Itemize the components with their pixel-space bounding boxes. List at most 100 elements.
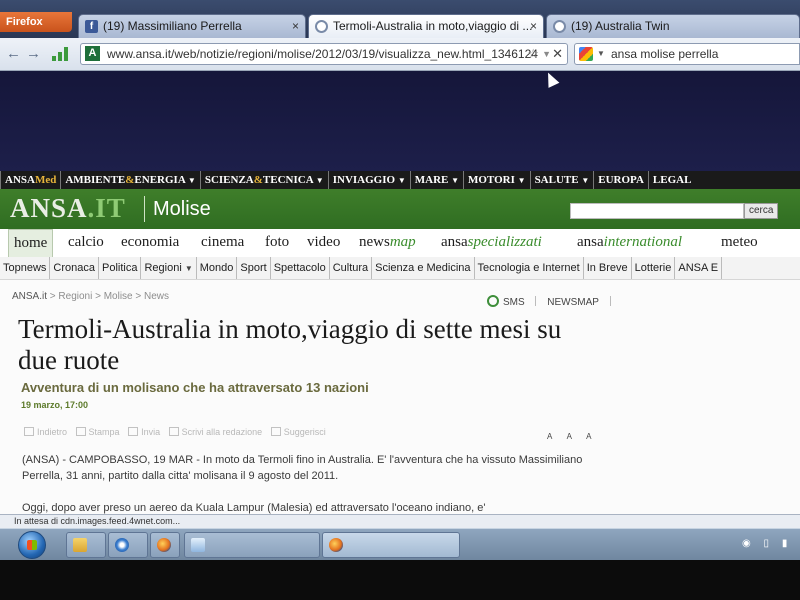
url-dropdown-icon[interactable]: ▼: [542, 44, 551, 64]
subnav-item[interactable]: Spettacolo: [271, 257, 330, 279]
subnav-item[interactable]: Tecnologia e Internet: [475, 257, 584, 279]
subnav-item[interactable]: ANSA E: [675, 257, 723, 279]
main-nav: home calcio economia cinema foto video n…: [0, 229, 800, 258]
subnav-item[interactable]: Lotterie: [632, 257, 676, 279]
subnav-item[interactable]: Cronaca: [50, 257, 99, 279]
category-link[interactable]: AMBIENTE&ENERGIA ▼: [60, 171, 200, 189]
taskbar-media-player[interactable]: [108, 532, 148, 558]
stop-icon[interactable]: ✕: [552, 44, 563, 64]
category-link[interactable]: MOTORI ▼: [463, 171, 530, 189]
tab-ansa-article[interactable]: Termoli-Australia in moto,viaggio di ...…: [308, 14, 544, 38]
category-link[interactable]: EUROPA: [593, 171, 648, 189]
site-identity-icon[interactable]: A: [85, 46, 100, 61]
taskbar-window[interactable]: [184, 532, 320, 558]
font-size-large-button[interactable]: A: [586, 432, 591, 441]
chevron-down-icon: ▼: [397, 176, 406, 185]
tab-label: Termoli-Australia in moto,viaggio di ...: [333, 19, 533, 33]
browser-search-input[interactable]: ▼ ansa molise perrella: [574, 43, 800, 65]
category-link[interactable]: SALUTE ▼: [529, 171, 594, 189]
media-player-icon: [115, 538, 129, 552]
facebook-icon: f: [85, 20, 98, 33]
ansa-category-bar: ANSAMed AMBIENTE&ENERGIA ▼ SCIENZA&TECNICA…: [0, 171, 800, 189]
forward-arrow-icon[interactable]: →: [26, 45, 41, 62]
nav-ansa-specializzati[interactable]: ansaspecializzati: [436, 229, 547, 257]
back-action[interactable]: Indietro: [24, 427, 67, 437]
breadcrumb-home[interactable]: ANSA.it: [12, 291, 47, 302]
print-icon: [75, 427, 86, 436]
article-headline: Termoli-Australia in moto,viaggio di set…: [18, 314, 562, 375]
taskbar-firefox[interactable]: [150, 532, 180, 558]
browser-navbar: ← → A www.ansa.it/web/notizie/regioni/mo…: [0, 38, 800, 71]
sms-link[interactable]: SMS: [503, 297, 525, 308]
subnav-item[interactable]: Regioni ▼: [141, 257, 197, 279]
font-size-controls: A A A: [547, 432, 604, 441]
volume-icon[interactable]: ▯: [764, 538, 770, 549]
subnav-item[interactable]: Scienza e Medicina: [372, 257, 475, 279]
tab-close-icon[interactable]: ×: [292, 15, 299, 37]
power-icon[interactable]: ▮: [782, 538, 788, 549]
tab-label: (19) Massimiliano Perrella: [103, 19, 242, 33]
site-search-input[interactable]: [570, 203, 744, 219]
category-link[interactable]: INVIAGGIO ▼: [327, 171, 410, 189]
ansa-logo[interactable]: ANSA.IT: [10, 193, 126, 224]
subnav-item[interactable]: Cultura: [330, 257, 373, 279]
nav-video[interactable]: video: [302, 229, 345, 257]
ansa-header: ANSA.IT Molise cerca: [0, 189, 800, 229]
address-bar[interactable]: A www.ansa.it/web/notizie/regioni/molise…: [80, 43, 568, 65]
category-link[interactable]: MARE ▼: [409, 171, 463, 189]
chevron-down-icon: ▼: [184, 264, 193, 273]
tab-australia-twin[interactable]: (19) Australia Twin: [546, 14, 800, 38]
sub-nav: Topnews Cronaca Politica Regioni ▼ Mondo Spor…: [0, 257, 800, 280]
tab-close-icon[interactable]: ×: [530, 15, 537, 37]
suggest-action[interactable]: Suggerisci: [270, 427, 326, 437]
category-link[interactable]: SCIENZA&TECNICA ▼: [199, 171, 328, 189]
nav-foto[interactable]: foto: [260, 229, 294, 257]
nav-home[interactable]: home: [8, 229, 54, 257]
nav-newsmap[interactable]: newsmap: [354, 229, 421, 257]
nav-meteo[interactable]: meteo: [716, 229, 763, 257]
window-icon: [191, 538, 205, 552]
bookmark-star-icon[interactable]: ☆: [527, 44, 539, 64]
article-tools: SMS NEWSMAP: [487, 295, 619, 308]
start-button[interactable]: [18, 531, 46, 559]
nav-cinema[interactable]: cinema: [196, 229, 249, 257]
browser-titlebar: Firefox f (19) Massimiliano Perrella × T…: [0, 0, 800, 38]
nav-ansa-international[interactable]: ansainternational: [572, 229, 687, 257]
nav-economia[interactable]: economia: [116, 229, 184, 257]
subnav-item[interactable]: In Breve: [584, 257, 632, 279]
write-editor-action[interactable]: Scrivi alla redazione: [168, 427, 262, 437]
font-size-medium-button[interactable]: A: [567, 432, 572, 441]
send-action[interactable]: Invia: [128, 427, 160, 437]
font-size-small-button[interactable]: A: [547, 432, 552, 441]
region-title: Molise: [144, 196, 211, 222]
nav-calcio[interactable]: calcio: [63, 229, 109, 257]
firefox-menu-button[interactable]: Firefox: [0, 12, 72, 32]
category-link[interactable]: ANSAMed: [0, 171, 60, 189]
taskbar-explorer[interactable]: [66, 532, 106, 558]
subnav-item[interactable]: Mondo: [197, 257, 238, 279]
subnav-item[interactable]: Topnews: [0, 257, 51, 279]
newsmap-link[interactable]: NEWSMAP: [547, 297, 599, 308]
network-icon[interactable]: ◉: [742, 538, 751, 549]
tab-label: (19) Australia Twin: [571, 19, 670, 33]
search-engine-dropdown-icon[interactable]: ▼: [597, 44, 605, 64]
print-action[interactable]: Stampa: [75, 427, 120, 437]
monitor-bezel: [0, 560, 800, 600]
ansa-icon: [315, 20, 328, 33]
chevron-down-icon: ▼: [315, 176, 324, 185]
back-arrow-icon[interactable]: ←: [6, 45, 21, 62]
subnav-item[interactable]: Sport: [237, 257, 271, 279]
system-tray: ◉ ▯ ▮: [742, 538, 797, 549]
sms-icon: [487, 295, 499, 307]
tab-facebook[interactable]: f (19) Massimiliano Perrella ×: [78, 14, 306, 38]
page-top-blank-area: [0, 71, 800, 171]
google-icon[interactable]: [579, 47, 593, 61]
chevron-down-icon: ▼: [517, 176, 526, 185]
category-link[interactable]: LEGAL: [647, 171, 696, 189]
article-subtitle: Avventura di un molisano che ha attraver…: [21, 380, 369, 395]
taskbar-firefox-active[interactable]: [322, 532, 460, 558]
subnav-item[interactable]: Politica: [99, 257, 142, 279]
article-date: 19 marzo, 17:00: [21, 400, 89, 410]
search-button[interactable]: cerca: [744, 203, 779, 219]
breadcrumb-path[interactable]: > Regioni > Molise > News: [47, 291, 169, 302]
